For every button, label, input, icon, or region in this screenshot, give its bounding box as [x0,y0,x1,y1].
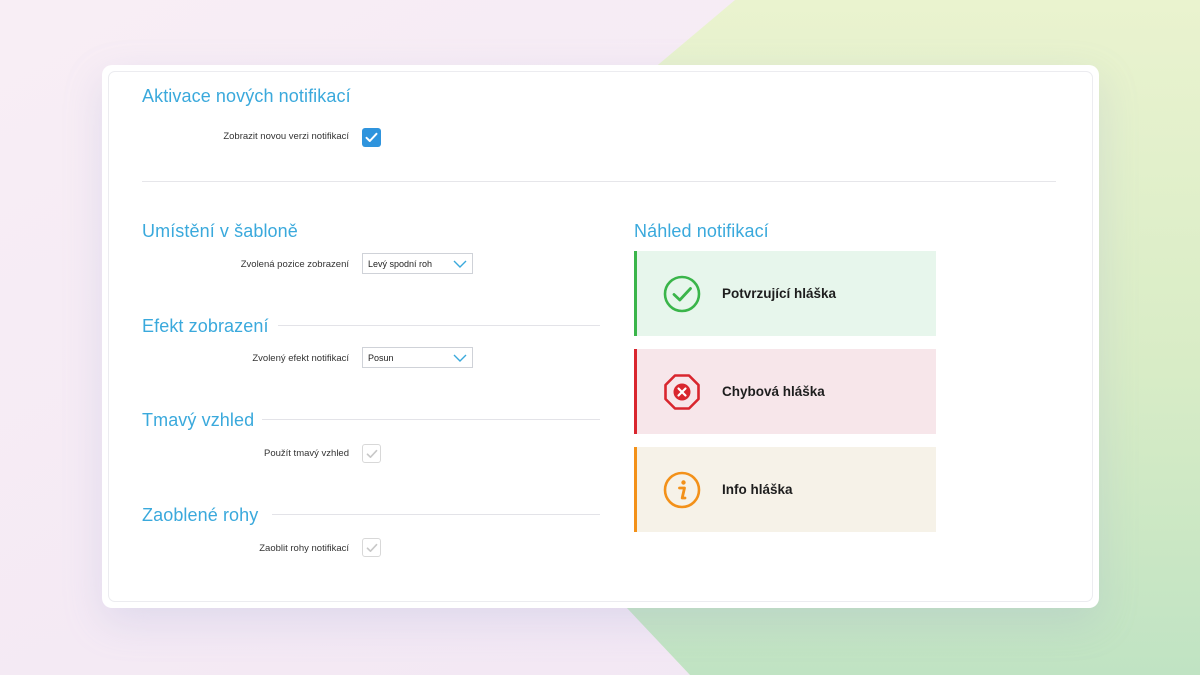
section-title-effect: Efekt zobrazení [142,316,269,336]
show-new-label: Zobrazit novou verzi notifikací [223,131,349,142]
error-accent-bar [634,349,637,434]
info-notification-preview: Info hláška [634,447,936,532]
round-label: Zaoblit rohy notifikací [259,543,349,554]
x-octagon-icon [662,372,702,412]
position-label: Zvolená pozice zobrazení [240,259,349,270]
error-notification-preview: Chybová hláška [634,349,936,434]
effect-select[interactable]: Posun [362,347,473,368]
use-dark-checkbox[interactable] [362,444,381,463]
section-title-preview: Náhled notifikací [634,221,769,241]
effect-label: Zvolený efekt notifikací [252,353,349,364]
show-new-checkbox[interactable] [362,128,381,147]
rounded-title-line [272,514,600,515]
section-title-rounded: Zaoblené rohy [142,505,259,525]
section-title-placement: Umístění v šabloně [142,221,298,241]
position-select-value: Levý spodní roh [368,258,433,269]
check-icon [366,543,377,552]
section-title-activation: Aktivace nových notifikací [142,86,351,106]
chevron-down-icon [453,260,467,268]
section-title-dark: Tmavý vzhled [142,410,255,430]
info-circle-icon [662,470,702,510]
use-dark-label: Použít tmavý vzhled [263,448,349,459]
position-select[interactable]: Levý spodní roh [362,253,473,274]
round-checkbox[interactable] [362,538,381,557]
error-notification-text: Chybová hláška [722,384,825,399]
info-notification-text: Info hláška [722,482,793,497]
check-circle-icon [662,274,702,314]
check-icon [366,449,377,458]
success-notification-preview: Potvrzující hláška [634,251,936,336]
check-icon [365,132,378,142]
dark-title-line [262,419,600,420]
info-accent-bar [634,447,637,532]
success-accent-bar [634,251,637,336]
chevron-down-icon [453,354,467,362]
effect-select-value: Posun [368,352,394,363]
success-notification-text: Potvrzující hláška [722,286,837,301]
section-divider [142,181,1056,182]
effect-title-line [278,325,600,326]
